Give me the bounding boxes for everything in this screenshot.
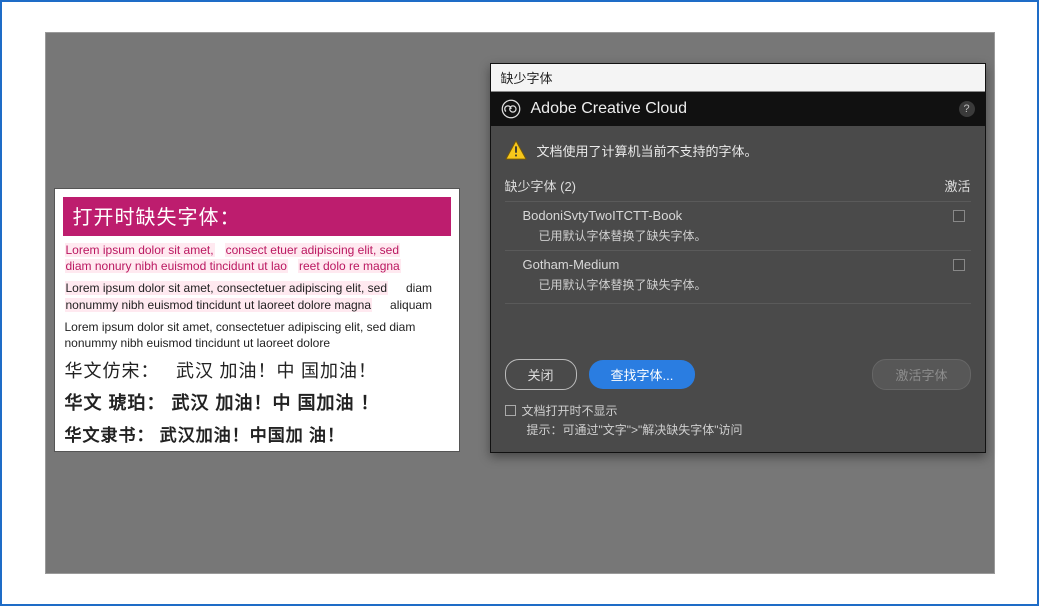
- paragraph-1: Lorem ipsum dolor sit amet, consect etue…: [65, 242, 449, 274]
- dialog-titlebar: 缺少字体: [491, 64, 985, 92]
- text-run: 武汉 加油！中 国加油 ！: [172, 393, 380, 413]
- text-run: Lorem ipsum dolor sit amet, consectetuer…: [65, 281, 389, 295]
- dialog-header: Adobe Creative Cloud ?: [491, 92, 985, 126]
- text-run: 武汉 加油！中 国加油！: [176, 361, 377, 381]
- cjk-line-3: 华文隶书： 武汉加油！中国加 油！: [65, 421, 449, 446]
- cjk-line-2: 华文 琥珀： 武汉 加油！中 国加油 ！: [65, 389, 449, 415]
- help-button[interactable]: ?: [959, 101, 975, 117]
- activate-checkbox[interactable]: [953, 210, 965, 222]
- dialog-buttons: 关闭 查找字体... 激活字体: [491, 351, 985, 394]
- text-run: reet dolo re magna: [298, 259, 401, 273]
- list-header-left: 缺少字体 (2): [505, 176, 577, 195]
- list-header-right: 激活: [944, 176, 970, 195]
- text-run: 华文仿宋：: [65, 361, 160, 381]
- font-list: BodoniSvtyTwoITCTT-Book 已用默认字体替换了缺失字体。 G…: [491, 201, 985, 299]
- warning-icon: [505, 140, 527, 160]
- paragraph-2: Lorem ipsum dolor sit amet, consectetuer…: [65, 280, 449, 312]
- text-run: diam nonury nibh euismod tincidunt ut la…: [65, 259, 288, 273]
- document-title: 打开时缺失字体：: [63, 197, 451, 236]
- text-run: 华文 琥珀：: [65, 393, 166, 413]
- text-run: aliquam: [390, 298, 432, 312]
- cjk-line-1: 华文仿宋： 武汉 加油！中 国加油！: [65, 357, 449, 383]
- warning-text: 文档使用了计算机当前不支持的字体。: [537, 141, 758, 160]
- font-message: 已用默认字体替换了缺失字体。: [523, 276, 707, 293]
- activate-fonts-button: 激活字体: [872, 359, 970, 390]
- dont-show-label: 文档打开时不显示: [522, 402, 618, 419]
- list-header: 缺少字体 (2) 激活: [491, 176, 985, 201]
- close-button[interactable]: 关闭: [505, 359, 577, 390]
- text-run: 华文隶书：: [65, 426, 155, 445]
- text-run: diam: [406, 281, 432, 295]
- footer-hint: 提示：可通过"文字">"解决缺失字体"访问: [505, 421, 971, 438]
- app-canvas: 打开时缺失字体： Lorem ipsum dolor sit amet, con…: [46, 33, 994, 573]
- activate-checkbox[interactable]: [953, 259, 965, 271]
- font-name: BodoniSvtyTwoITCTT-Book: [523, 208, 707, 223]
- creative-cloud-icon: [501, 99, 521, 119]
- warning-row: 文档使用了计算机当前不支持的字体。: [491, 126, 985, 176]
- document-body: Lorem ipsum dolor sit amet, consect etue…: [55, 242, 459, 446]
- missing-fonts-dialog: 缺少字体 Adobe Creative Cloud ? 文档使用了计算机当前不支…: [490, 63, 986, 453]
- list-spacer: [505, 303, 971, 351]
- document-preview: 打开时缺失字体： Lorem ipsum dolor sit amet, con…: [54, 188, 460, 452]
- text-run: 武汉加油！中国加 油！: [160, 426, 345, 445]
- dont-show-checkbox[interactable]: [505, 405, 516, 416]
- text-run: Lorem ipsum dolor sit amet,: [65, 243, 215, 257]
- dialog-footer: 文档打开时不显示 提示：可通过"文字">"解决缺失字体"访问: [491, 394, 985, 452]
- find-font-button[interactable]: 查找字体...: [589, 360, 696, 389]
- font-item: BodoniSvtyTwoITCTT-Book 已用默认字体替换了缺失字体。: [505, 201, 971, 250]
- text-run: nonummy nibh euismod tincidunt ut laoree…: [65, 298, 373, 312]
- font-name: Gotham-Medium: [523, 257, 707, 272]
- font-message: 已用默认字体替换了缺失字体。: [523, 227, 707, 244]
- dialog-header-title: Adobe Creative Cloud: [531, 100, 949, 118]
- text-run: consect etuer adipiscing elit, sed: [225, 243, 400, 257]
- paragraph-3: Lorem ipsum dolor sit amet, consectetuer…: [65, 319, 449, 351]
- font-item: Gotham-Medium 已用默认字体替换了缺失字体。: [505, 250, 971, 299]
